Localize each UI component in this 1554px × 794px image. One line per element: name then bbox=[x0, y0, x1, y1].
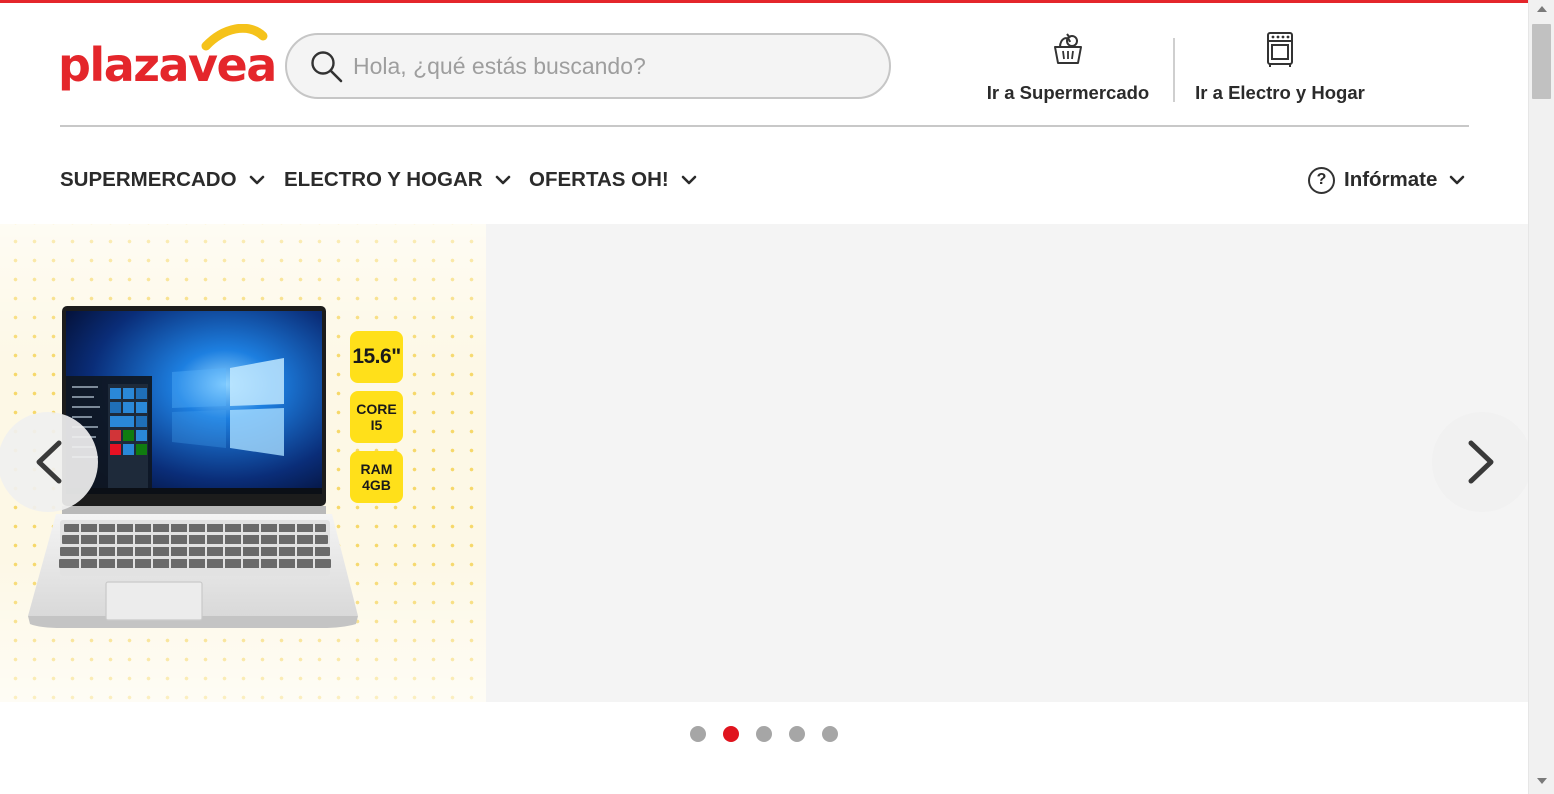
top-accent-bar bbox=[0, 0, 1528, 3]
logo-wordmark: plazavea bbox=[58, 38, 277, 92]
header-divider bbox=[60, 125, 1469, 127]
chevron-right-icon bbox=[1468, 440, 1494, 484]
spec-badge-screen: 15.6" bbox=[350, 331, 403, 383]
chevron-left-icon bbox=[36, 440, 62, 484]
spec-badge-ram: RAM 4GB bbox=[350, 451, 403, 503]
go-to-supermarket-link[interactable]: Ir a Supermercado bbox=[978, 30, 1158, 106]
nav-electro-hogar-label: ELECTRO Y HOGAR bbox=[284, 168, 483, 191]
go-to-supermarket-label: Ir a Supermercado bbox=[986, 82, 1150, 103]
carousel-prev-button[interactable] bbox=[0, 412, 98, 512]
carousel-dot-3[interactable] bbox=[756, 726, 772, 742]
chevron-down-icon bbox=[249, 175, 264, 185]
nav-informate-label: Infórmate bbox=[1344, 168, 1438, 191]
hero-carousel[interactable]: 15.6" CORE I5 RAM 4GB bbox=[0, 224, 1528, 702]
spec-badge-processor-line2: I5 bbox=[370, 417, 383, 433]
plazavea-logo[interactable]: plazavea bbox=[58, 24, 277, 96]
shortcut-divider bbox=[1173, 38, 1175, 102]
spec-badge-ram-line1: RAM bbox=[360, 461, 393, 477]
carousel-next-button[interactable] bbox=[1432, 412, 1528, 512]
chevron-down-icon bbox=[1450, 175, 1465, 185]
chevron-down-icon bbox=[495, 175, 510, 185]
nav-supermercado[interactable]: SUPERMERCADO bbox=[60, 166, 265, 194]
nav-ofertas-oh[interactable]: OFERTAS OH! bbox=[529, 166, 697, 194]
spec-badge-ram-line2: 4GB bbox=[362, 477, 391, 493]
carousel-pagination bbox=[690, 726, 838, 743]
nav-ofertas-oh-label: OFERTAS OH! bbox=[529, 168, 669, 191]
carousel-dot-5[interactable] bbox=[822, 726, 838, 742]
search-icon[interactable] bbox=[309, 49, 345, 85]
scroll-down-arrow-icon[interactable] bbox=[1537, 778, 1547, 784]
search-bar[interactable] bbox=[285, 33, 891, 99]
go-to-electro-hogar-link[interactable]: Ir a Electro y Hogar bbox=[1188, 30, 1372, 106]
scroll-up-arrow-icon[interactable] bbox=[1537, 6, 1547, 12]
carousel-dot-4[interactable] bbox=[789, 726, 805, 742]
nav-supermercado-label: SUPERMERCADO bbox=[60, 168, 237, 191]
question-icon: ? bbox=[1308, 166, 1335, 194]
spec-badge-screen-text: 15.6" bbox=[352, 345, 401, 368]
scroll-thumb[interactable] bbox=[1532, 24, 1551, 99]
page-scrollbar[interactable] bbox=[1528, 0, 1554, 794]
search-input[interactable] bbox=[353, 47, 853, 85]
carousel-dot-2[interactable] bbox=[723, 726, 739, 742]
go-to-electro-hogar-label: Ir a Electro y Hogar bbox=[1195, 82, 1365, 103]
nav-informate[interactable]: ? Infórmate bbox=[1308, 166, 1465, 194]
spec-badge-processor: CORE I5 bbox=[350, 391, 403, 443]
chevron-down-icon bbox=[681, 175, 697, 185]
nav-electro-hogar[interactable]: ELECTRO Y HOGAR bbox=[284, 166, 511, 194]
grocery-basket-icon bbox=[1054, 33, 1082, 64]
stove-icon bbox=[1267, 32, 1293, 67]
carousel-dot-1[interactable] bbox=[690, 726, 706, 742]
spec-badge-processor-line1: CORE bbox=[356, 401, 397, 417]
